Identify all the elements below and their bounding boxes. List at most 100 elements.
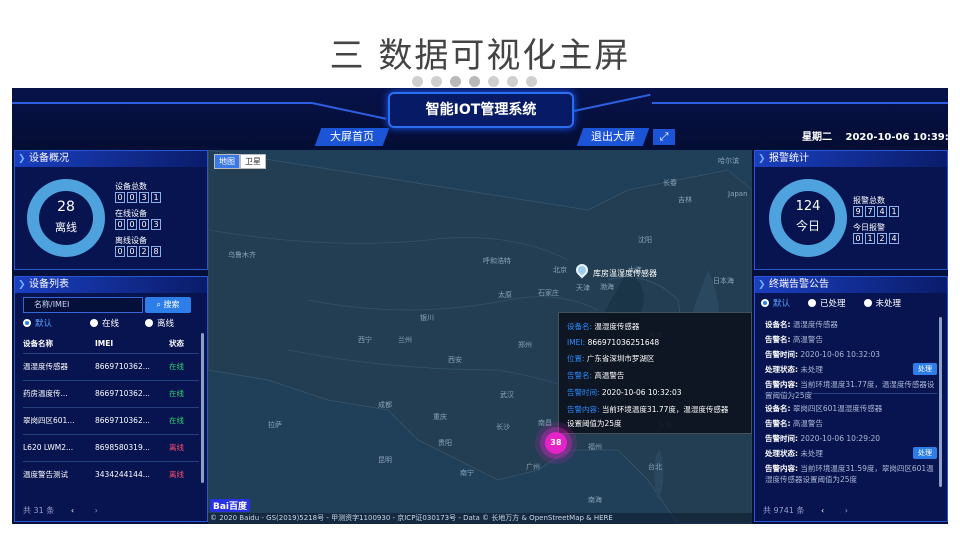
table-row[interactable]: L620 LWM2... 8698580319... 离线: [23, 433, 199, 461]
device-search-button[interactable]: ⌕ 搜索: [145, 297, 191, 313]
map-copyright: © 2020 Baidu - GS(2019)5218号 - 甲测资字11009…: [208, 513, 752, 524]
map-label: 银川: [420, 314, 434, 322]
map-label: 吉林: [678, 196, 692, 204]
map-label: 沈阳: [638, 236, 652, 244]
table-row[interactable]: 温湿度传感器 8669710362... 在线: [23, 352, 199, 380]
alert-pager: 共 9741 条 ‹ ›: [763, 505, 848, 516]
next-page-icon[interactable]: ›: [95, 506, 98, 515]
alert-divider: [765, 393, 937, 394]
fullscreen-icon[interactable]: ⤢: [653, 129, 675, 145]
map-label: 兰州: [398, 336, 412, 344]
filter-online[interactable]: 在线: [90, 317, 119, 329]
device-online-digits: 0003: [115, 219, 161, 230]
map-label: 西宁: [358, 336, 372, 344]
header-deco-left: [12, 102, 312, 104]
datetime: 2020-10-06 10:39:35: [845, 132, 948, 143]
prev-page-icon[interactable]: ‹: [71, 506, 74, 515]
alert-filter-default[interactable]: 默认: [761, 297, 790, 309]
baidu-logo: Bai百度: [210, 499, 251, 512]
device-list-title: 设备列表: [15, 277, 207, 293]
top-bar: 智能IOT管理系统 大屏首页 退出大屏 ⤢ 星期二 2020-10-06 10:…: [12, 88, 948, 148]
map-label: 日本海: [713, 277, 734, 285]
alarm-today-label: 今日报警: [853, 223, 885, 232]
map-label: 北京: [553, 266, 567, 274]
map-type-satellite[interactable]: 卫星: [240, 154, 266, 169]
alert-filter-unhandled[interactable]: 未处理: [863, 297, 901, 309]
alarm-total-label: 报警总数: [853, 196, 885, 205]
device-overview-ring-value: 28: [57, 199, 75, 215]
dashboard-screen: 智能IOT管理系统 大屏首页 退出大屏 ⤢ 星期二 2020-10-06 10:…: [12, 88, 948, 524]
map-label: 台北: [648, 463, 662, 471]
handle-button[interactable]: 处理: [913, 363, 937, 375]
device-search-input[interactable]: 名称/IMEI: [23, 297, 143, 313]
alert-filter-handled[interactable]: 已处理: [808, 297, 846, 309]
map-type-map[interactable]: 地图: [214, 154, 240, 169]
alert-card: 设备名: 翠岗四区601温湿度传感器 告警名: 高温警告 告警时间: 2020-…: [765, 403, 937, 489]
map-label: 贵阳: [438, 439, 452, 447]
table-row[interactable]: 药房温度传... 8669710362... 在线: [23, 379, 199, 407]
device-total-digits: 0031: [115, 192, 161, 203]
table-row[interactable]: 温度警告测试 3434244144... 离线: [23, 460, 199, 488]
filter-default[interactable]: 默认: [23, 317, 52, 329]
slide-title: 三 数据可视化主屏: [329, 36, 631, 76]
next-page-icon[interactable]: ›: [845, 506, 848, 515]
handle-button[interactable]: 处理: [913, 447, 937, 459]
search-icon: ⌕: [156, 300, 164, 309]
map-label: 南昌: [538, 419, 552, 427]
alert-list-scrollbar[interactable]: [939, 317, 942, 487]
prev-page-icon[interactable]: ‹: [821, 506, 824, 515]
map-label: Japan: [728, 190, 748, 198]
app-title: 智能IOT管理系统: [425, 102, 537, 118]
map-label: 昆明: [378, 456, 392, 464]
col-name: 设备名称: [23, 339, 53, 349]
filter-offline[interactable]: 离线: [145, 317, 174, 329]
map-label: 福州: [588, 443, 602, 451]
device-list-scrollbar[interactable]: [201, 333, 204, 483]
device-online-label: 在线设备: [115, 209, 147, 218]
map-cluster-marker[interactable]: 38: [545, 432, 567, 454]
alert-notice-panel: 终端告警公告 默认 已处理 未处理 设备名: 温湿度传感器 告警名: 高温警告 …: [754, 276, 948, 522]
map-label: 西安: [448, 356, 462, 364]
device-table: 设备名称 IMEI 状态 温湿度传感器 8669710362... 在线 药房温度传…: [23, 335, 199, 488]
map-info-popup: 设备名: 温湿度传感器 IMEI: 866971036251648 位置: 广东…: [558, 312, 752, 434]
device-overview-ring-label: 离线: [55, 221, 77, 234]
device-overview-title: 设备概况: [15, 151, 207, 167]
clock: 星期二 2020-10-06 10:39:35: [802, 128, 948, 143]
header-deco-slant-right: [573, 93, 651, 112]
map-label: 重庆: [433, 413, 447, 421]
map-label: 渤海: [600, 283, 614, 291]
exit-screen-button[interactable]: 退出大屏: [576, 128, 650, 146]
device-list-panel: 设备列表 名称/IMEI ⌕ 搜索 默认 在线 离线 设备名称 IMEI 状态 …: [14, 276, 208, 522]
map-marker-label: 库房温湿度传感器: [593, 269, 657, 278]
map-label: 南宁: [460, 469, 474, 477]
home-screen-button[interactable]: 大屏首页: [314, 128, 390, 146]
map-label: 长春: [663, 179, 677, 187]
alarm-stats-panel: 报警统计 124 今日 报警总数 9741 今日报警 0124: [754, 150, 948, 270]
map-label: 广州: [526, 463, 540, 471]
alert-notice-title: 终端告警公告: [755, 277, 947, 293]
col-status: 状态: [169, 339, 184, 349]
device-overview-ring: [27, 179, 105, 257]
map-label: 石家庄: [538, 289, 559, 297]
device-total-count: 共 31 条: [23, 506, 55, 515]
map-label: 南海: [588, 496, 602, 504]
device-list-pager: 共 31 条 ‹ ›: [23, 505, 98, 516]
map-view[interactable]: 地图 卫星 哈尔滨 吉林 长春 沈阳 大连 北京 天津 石家庄 太原 呼和浩特 …: [208, 150, 752, 524]
device-filter: 默认 在线 离线: [23, 317, 188, 329]
map-label: 呼和浩特: [483, 257, 511, 265]
device-offline-label: 离线设备: [115, 236, 147, 245]
map-label: 乌鲁木齐: [228, 251, 256, 259]
col-imei: IMEI: [95, 339, 114, 349]
alarm-stats-title: 报警统计: [755, 151, 947, 167]
weekday: 星期二: [802, 132, 832, 143]
table-row[interactable]: 翠岗四区601... 8669710362... 在线: [23, 406, 199, 434]
map-label: 武汉: [500, 391, 514, 399]
slide: 三 数据可视化主屏 智能IOT管理系统 大屏首页 退出大屏 ⤢ 星期二 2020…: [0, 0, 960, 540]
alarm-ring-value: 124: [795, 199, 821, 214]
map-label: 拉萨: [268, 421, 282, 429]
map-label: 哈尔滨: [718, 157, 739, 165]
header-deco-right: [652, 102, 948, 104]
map-label: 天津: [576, 284, 590, 292]
alarm-total-digits: 9741: [853, 206, 899, 217]
map-label: 太原: [498, 291, 512, 299]
